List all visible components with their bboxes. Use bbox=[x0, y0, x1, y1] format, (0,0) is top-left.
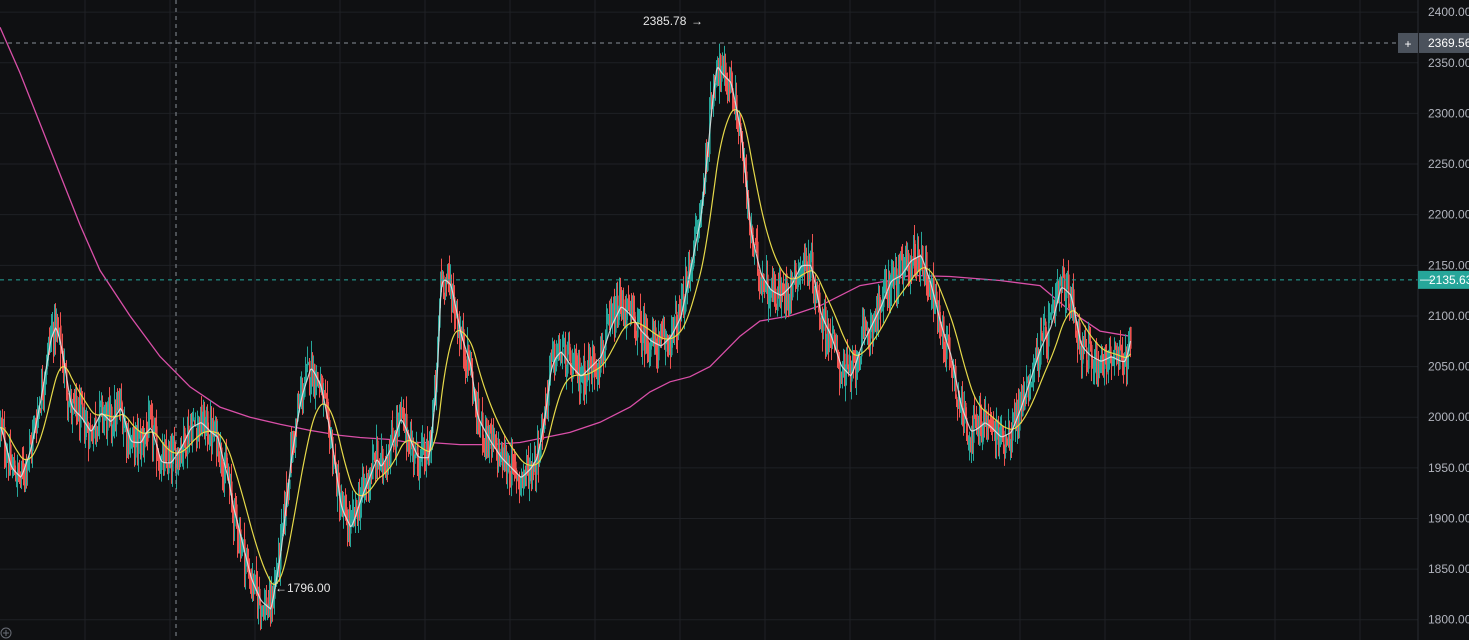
candle-body bbox=[1130, 326, 1132, 349]
candle-body bbox=[847, 354, 849, 365]
candle-body bbox=[692, 269, 694, 271]
candle-body bbox=[775, 288, 777, 305]
low-arrow-icon: ← bbox=[275, 581, 287, 595]
candle-body bbox=[515, 461, 517, 469]
candle-body bbox=[80, 400, 82, 428]
crosshair-price-label: 2369.56 bbox=[1428, 36, 1469, 50]
price-tick-label: 1950.00 bbox=[1428, 461, 1469, 475]
price-tick-label: 2300.00 bbox=[1428, 106, 1469, 120]
candle-body bbox=[1068, 274, 1070, 308]
price-tick-label: 2000.00 bbox=[1428, 410, 1469, 424]
price-tick-label: 1850.00 bbox=[1428, 562, 1469, 576]
candle-body bbox=[900, 258, 902, 275]
candle-body bbox=[1012, 422, 1014, 441]
price-tick-label: 1900.00 bbox=[1428, 511, 1469, 525]
last-price-badge: — 2135.63 bbox=[1418, 270, 1469, 289]
plus-icon: + bbox=[1404, 37, 1411, 51]
low-price-label: 1796.00 bbox=[287, 581, 331, 595]
candle-body bbox=[606, 321, 608, 339]
candle-body bbox=[76, 395, 78, 413]
high-annotation: 2385.78 → bbox=[643, 14, 703, 28]
candle-body bbox=[674, 316, 676, 329]
candle-body bbox=[956, 396, 958, 400]
price-tick-label: 2400.00 bbox=[1428, 5, 1469, 19]
price-tick-label: 2150.00 bbox=[1428, 258, 1469, 272]
candle-body bbox=[973, 416, 975, 443]
last-price-label: 2135.63 bbox=[1429, 273, 1469, 287]
candle-body bbox=[879, 294, 881, 297]
candle-body bbox=[580, 384, 582, 394]
candle-body bbox=[443, 275, 445, 293]
price-tick-label: 2250.00 bbox=[1428, 157, 1469, 171]
candle-body bbox=[1043, 326, 1045, 339]
candle-body bbox=[810, 261, 812, 279]
candle-body bbox=[496, 437, 498, 450]
price-tick-label: 2350.00 bbox=[1428, 56, 1469, 70]
price-tick-label: 1800.00 bbox=[1428, 613, 1469, 627]
high-arrow-icon: → bbox=[691, 14, 703, 28]
crosshair-price-badge[interactable]: + 2369.56 bbox=[1398, 32, 1469, 53]
candle-body bbox=[567, 352, 569, 374]
price-chart[interactable]: 2400.00 2350.00 2300.00 2250.00 2200.00 2150.… bbox=[0, 0, 1469, 640]
low-annotation: ← 1796.00 bbox=[275, 581, 331, 595]
high-price-label: 2385.78 bbox=[643, 14, 687, 28]
price-tick-label: 2200.00 bbox=[1428, 208, 1469, 222]
price-tick-label: 2050.00 bbox=[1428, 360, 1469, 374]
candle-body bbox=[90, 425, 92, 430]
price-tick-label: 2100.00 bbox=[1428, 309, 1469, 323]
